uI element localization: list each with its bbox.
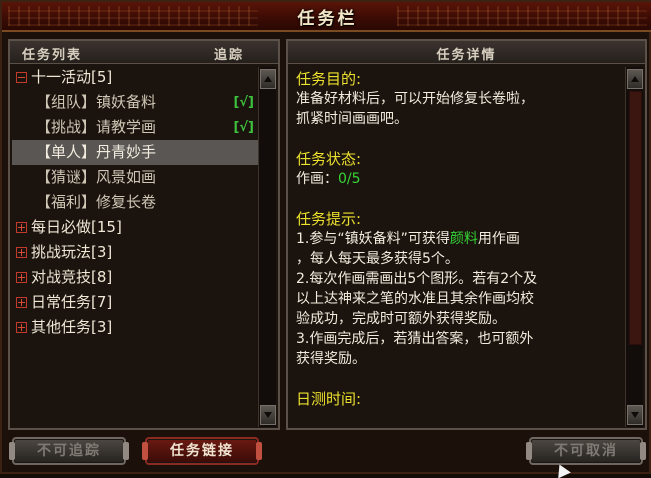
tip-line: 获得奖励。 <box>296 351 366 367</box>
expand-icon[interactable] <box>16 222 27 233</box>
time-heading: 日测时间: <box>296 390 362 408</box>
status-label: 作画： <box>296 171 338 187</box>
expand-icon[interactable] <box>16 297 27 308</box>
task-link-button-label: 任务链接 <box>170 443 234 459</box>
tip-line: 以上达神来之笔的水准且其余作画均校 <box>296 291 534 307</box>
task-window: 任务栏 任务列表 追踪 十一活动[5] 【组队】镇妖备料 [√] 【挑战】请教学… <box>0 0 651 478</box>
cancel-task-button-label: 不可取消 <box>554 443 618 459</box>
task-list-title: 任务列表 <box>22 48 83 63</box>
category-row[interactable]: 其他任务[3] <box>12 315 260 340</box>
task-list-scrollbar[interactable] <box>258 67 276 427</box>
task-row[interactable]: 【猜谜】风景如画 <box>12 165 260 190</box>
task-row[interactable]: 【组队】镇妖备料 [√] <box>12 90 260 115</box>
cancel-task-button[interactable]: 不可取消 <box>526 437 646 465</box>
scroll-up-arrow-icon[interactable] <box>260 69 276 89</box>
task-row[interactable]: 【福利】修复长卷 <box>12 190 260 215</box>
tip-line: 1.参与“镇妖备料”可获得颜料用作画 <box>296 229 622 249</box>
task-tree: 十一活动[5] 【组队】镇妖备料 [√] 【挑战】请教学画 [√] 【单人】丹青… <box>12 65 260 340</box>
task-row-selected[interactable]: 【单人】丹青妙手 <box>12 140 260 165</box>
task-details-title: 任务详情 <box>436 48 497 63</box>
category-label: 十一活动[5] <box>31 68 113 86</box>
tip-line: 验成功，完成时可额外获得奖励。 <box>296 311 506 327</box>
task-label: 【单人】丹青妙手 <box>36 143 157 161</box>
goal-text-line: 准备好材料后，可以开始修复长卷啦， <box>296 91 534 107</box>
task-row[interactable]: 【挑战】请教学画 [√] <box>12 115 260 140</box>
expand-icon[interactable] <box>16 322 27 333</box>
tip-text: 用作画 <box>477 231 520 247</box>
category-row[interactable]: 每日必做[15] <box>12 215 260 240</box>
tracked-check-icon[interactable]: [√] <box>233 90 254 115</box>
expand-icon[interactable] <box>16 272 27 283</box>
task-list-panel: 任务列表 追踪 十一活动[5] 【组队】镇妖备料 [√] 【挑战】请教学画 [√… <box>8 39 280 430</box>
tip-line: 2.每次作画需画出5个图形。若有2个及 <box>296 271 538 287</box>
window-title: 任务栏 <box>297 9 358 29</box>
tip-line: 3.作画完成后，若猜出答案，也可额外 <box>296 331 534 347</box>
category-label: 其他任务[3] <box>31 318 113 336</box>
tip-line: ，每人每天最多获得5个。 <box>296 251 459 267</box>
goal-heading: 任务目的: <box>296 70 362 88</box>
category-label: 对战竞技[8] <box>31 268 113 286</box>
untrack-button[interactable]: 不可追踪 <box>9 437 129 465</box>
status-value: 0/5 <box>338 171 361 187</box>
goal-text-line: 抓紧时间画画吧。 <box>296 111 408 127</box>
task-list-header: 任务列表 追踪 <box>10 41 278 64</box>
expand-icon[interactable] <box>16 247 27 258</box>
tip-text: 1.参与“镇妖备料”可获得 <box>296 231 450 247</box>
status-heading: 任务状态: <box>296 150 362 168</box>
status-line: 作画：0/5 <box>296 169 622 189</box>
category-label: 每日必做[15] <box>31 218 122 236</box>
task-label: 【猜谜】风景如画 <box>36 168 157 186</box>
collapse-icon[interactable] <box>16 72 27 83</box>
category-row[interactable]: 日常任务[7] <box>12 290 260 315</box>
task-details-scrollbar[interactable] <box>625 67 643 427</box>
task-link-button[interactable]: 任务链接 <box>142 437 262 465</box>
scroll-down-arrow-icon[interactable] <box>260 405 276 425</box>
task-label: 【挑战】请教学画 <box>36 118 157 136</box>
tracked-check-icon[interactable]: [√] <box>233 115 254 140</box>
untrack-button-label: 不可追踪 <box>37 443 101 459</box>
category-row[interactable]: 对战竞技[8] <box>12 265 260 290</box>
category-label: 日常任务[7] <box>31 293 113 311</box>
tips-heading: 任务提示: <box>296 210 362 228</box>
task-details-content: 任务目的: 准备好材料后，可以开始修复长卷啦， 抓紧时间画画吧。 任务状态: 作… <box>296 69 622 415</box>
scroll-up-arrow-icon[interactable] <box>627 69 643 89</box>
category-label: 挑战玩法[3] <box>31 243 113 261</box>
task-details-header: 任务详情 <box>288 41 645 64</box>
category-row[interactable]: 挑战玩法[3] <box>12 240 260 265</box>
category-row[interactable]: 十一活动[5] <box>12 65 260 90</box>
task-label: 【组队】镇妖备料 <box>36 93 157 111</box>
scroll-down-arrow-icon[interactable] <box>627 405 643 425</box>
task-details-panel: 任务详情 任务目的: 准备好材料后，可以开始修复长卷啦， 抓紧时间画画吧。 任务… <box>286 39 647 430</box>
task-label: 【福利】修复长卷 <box>36 193 157 211</box>
title-bar[interactable]: 任务栏 <box>2 2 651 32</box>
highlight-link[interactable]: 颜料 <box>450 231 478 247</box>
scroll-thumb[interactable] <box>629 91 642 345</box>
track-column-title: 追踪 <box>213 48 244 63</box>
